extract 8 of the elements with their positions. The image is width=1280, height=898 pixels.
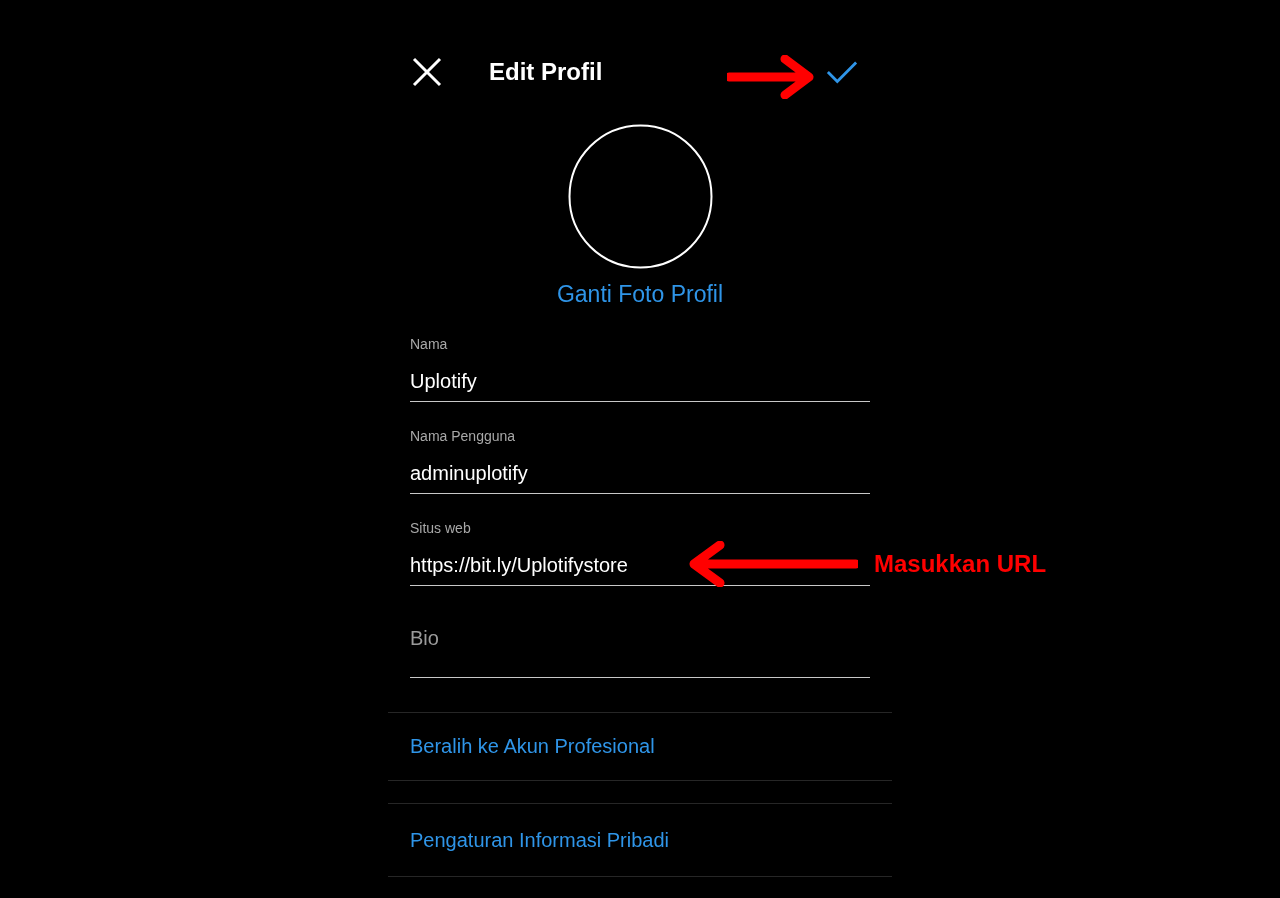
settings-link[interactable]: Beralih ke Akun Profesional bbox=[410, 735, 655, 758]
field-label: Nama bbox=[410, 335, 448, 353]
change-photo-link[interactable]: Ganti Foto Profil bbox=[556, 279, 724, 309]
page-title: Edit Profil bbox=[489, 58, 603, 86]
annotation-label: Masukkan URL bbox=[874, 550, 1047, 578]
field-label: Situs web bbox=[410, 519, 471, 537]
settings-link[interactable]: Pengaturan Informasi Pribadi bbox=[410, 828, 670, 852]
field-label: Nama Pengguna bbox=[410, 427, 516, 445]
